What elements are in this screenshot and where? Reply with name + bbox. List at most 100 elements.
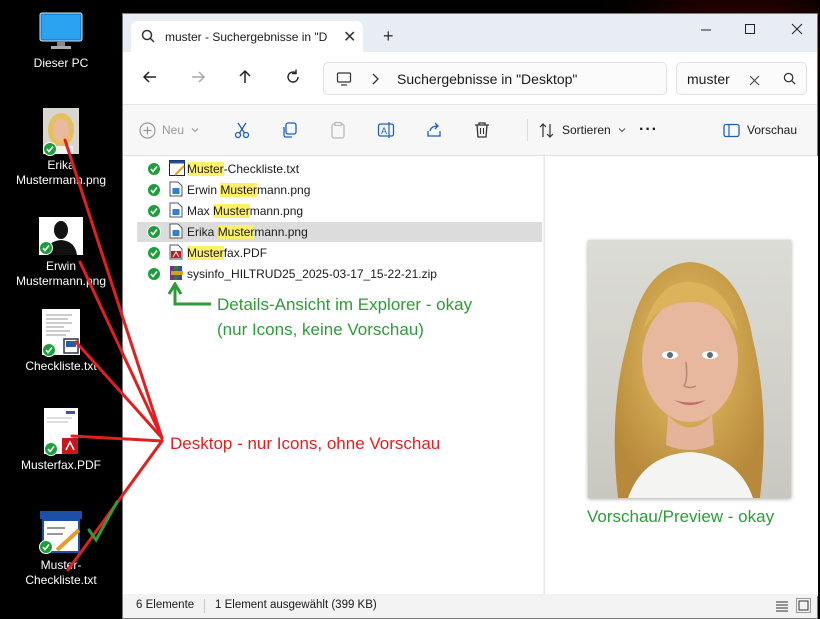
document-thumbnail-icon <box>42 309 80 357</box>
desktop-icon-this-pc[interactable]: Dieser PC <box>6 12 116 71</box>
preview-pane-button[interactable]: Vorschau <box>723 119 797 141</box>
sync-check-icon <box>147 267 161 281</box>
share-button[interactable] <box>425 119 443 141</box>
status-divider <box>204 599 205 613</box>
tab-close-icon[interactable]: ✕ <box>343 27 356 47</box>
sync-check-icon <box>43 142 57 156</box>
chevron-down-icon <box>618 128 626 133</box>
pdf-file-icon <box>169 244 183 263</box>
new-button[interactable]: Neu <box>139 119 200 141</box>
sort-icon <box>539 122 554 138</box>
checklist-app-icon <box>39 510 83 554</box>
sync-check-icon <box>147 204 161 218</box>
address-bar[interactable]: Suchergebnisse in "Desktop" <box>323 62 667 95</box>
file-row[interactable]: Muster-Checkliste.txt <box>137 159 542 179</box>
new-tab-button[interactable]: + <box>383 26 394 47</box>
minimize-icon[interactable] <box>700 22 712 38</box>
sort-button[interactable]: Sortieren <box>527 119 627 141</box>
sync-check-icon <box>147 246 161 260</box>
annotation-arrow-green <box>167 282 211 306</box>
sync-check-icon <box>39 540 53 554</box>
cut-button[interactable] <box>233 119 251 141</box>
desktop-icon-label-1: Erika <box>47 158 75 172</box>
sync-check-icon <box>44 442 58 456</box>
annotation-details-line1: Details-Ansicht im Explorer - okay <box>217 295 473 314</box>
txt-file-icon <box>169 160 185 179</box>
preview-pane: Vorschau/Preview - okay <box>544 156 818 596</box>
image-file-icon <box>169 223 183 242</box>
file-list: Muster-Checkliste.txt Erwin Mustermann.p… <box>123 156 543 596</box>
file-row[interactable]: Max Mustermann.png <box>137 201 542 221</box>
desktop-icon-label-2: Mustermann.png <box>15 274 107 288</box>
desktop-icon-checkliste[interactable]: Checkliste.txt <box>6 309 116 374</box>
image-file-icon <box>169 202 183 221</box>
file-row-selected[interactable]: Erika Mustermann.png <box>137 222 542 242</box>
more-options-button[interactable]: ··· <box>639 119 658 141</box>
desktop-icon-label-2: Mustermann.png <box>15 173 107 187</box>
preview-image <box>588 240 791 498</box>
title-bar: muster - Suchergebnisse in "D ✕ + <box>123 14 817 52</box>
sync-check-icon <box>42 343 56 357</box>
search-input[interactable]: muster <box>687 71 730 87</box>
desktop-icon-label-1: Erwin <box>45 259 76 273</box>
desktop-icon-musterfax[interactable]: Musterfax.PDF <box>6 408 116 473</box>
pdf-thumbnail-icon <box>44 408 78 456</box>
annotation-details-line2: (nur Icons, keine Vorschau) <box>217 320 424 339</box>
close-icon[interactable] <box>791 22 803 38</box>
selection-info: 1 Element ausgewählt (399 KB) <box>215 599 377 611</box>
back-arrow-icon[interactable] <box>141 68 161 88</box>
pc-icon <box>336 71 352 92</box>
scissors-icon <box>234 122 250 139</box>
share-icon <box>427 122 441 137</box>
forward-arrow-icon[interactable] <box>189 68 209 88</box>
rename-icon: A <box>377 122 395 138</box>
file-name: Erika Mustermann.png <box>187 225 308 239</box>
monitor-icon <box>39 12 83 52</box>
tiles-view-icon[interactable] <box>796 598 811 613</box>
more-dots-icon: ··· <box>639 121 658 138</box>
sync-check-icon <box>39 241 53 255</box>
file-row[interactable]: sysinfo_HILTRUD25_2025-03-17_15-22-21.zi… <box>137 264 542 284</box>
breadcrumb-chevron-icon <box>370 72 380 91</box>
search-icon <box>141 29 155 48</box>
desktop-icon-label: Checkliste.txt <box>25 359 97 373</box>
file-name: Erwin Mustermann.png <box>187 183 311 197</box>
file-name: Muster-Checkliste.txt <box>187 162 300 176</box>
desktop-icon-muster-checkliste[interactable]: Muster-Checkliste.txt <box>6 510 116 588</box>
photo-thumbnail-icon <box>43 108 79 156</box>
search-box[interactable]: muster <box>676 62 807 95</box>
navigation-bar: Suchergebnisse in "Desktop" muster <box>123 52 817 105</box>
annotation-desktop: Desktop - nur Icons, ohne Vorschau <box>170 434 441 453</box>
tab-search-results[interactable]: muster - Suchergebnisse in "D ✕ <box>131 21 363 52</box>
annotation-preview: Vorschau/Preview - okay <box>587 507 775 526</box>
file-row[interactable]: Erwin Mustermann.png <box>137 180 542 200</box>
maximize-icon[interactable] <box>744 22 756 38</box>
desktop-icon-erwin[interactable]: Erwin Mustermann.png <box>6 217 116 289</box>
paste-button[interactable] <box>329 119 347 141</box>
details-view-icon[interactable] <box>775 599 789 616</box>
trash-icon <box>475 122 489 138</box>
status-bar: 6 Elemente 1 Element ausgewählt (399 KB) <box>123 594 817 618</box>
plus-circle-icon <box>139 121 156 139</box>
preview-pane-label: Vorschau <box>747 123 798 137</box>
delete-button[interactable] <box>473 119 491 141</box>
copy-button[interactable] <box>281 119 299 141</box>
breadcrumb: Suchergebnisse in "Desktop" <box>397 71 578 87</box>
sort-button-label: Sortieren <box>562 123 611 137</box>
refresh-icon[interactable] <box>284 68 304 88</box>
desktop-icon-erika[interactable]: Erika Mustermann.png <box>6 108 116 188</box>
preview-pane-icon <box>723 123 740 137</box>
desktop-icon-label: Muster-Checkliste.txt <box>25 558 97 587</box>
copy-icon <box>283 122 297 138</box>
command-bar: Neu A Sortieren ··· Vorschau <box>123 105 817 156</box>
desktop-icon-label: Dieser PC <box>33 56 89 70</box>
new-button-label: Neu <box>162 123 185 137</box>
rename-button[interactable]: A <box>377 119 395 141</box>
search-icon[interactable] <box>783 72 796 90</box>
clear-search-icon[interactable] <box>749 73 760 91</box>
item-count: 6 Elemente <box>136 599 195 611</box>
clipboard-icon <box>331 121 345 139</box>
file-row[interactable]: Musterfax.PDF <box>137 243 542 263</box>
file-name: Musterfax.PDF <box>187 246 268 260</box>
up-arrow-icon[interactable] <box>236 68 256 88</box>
